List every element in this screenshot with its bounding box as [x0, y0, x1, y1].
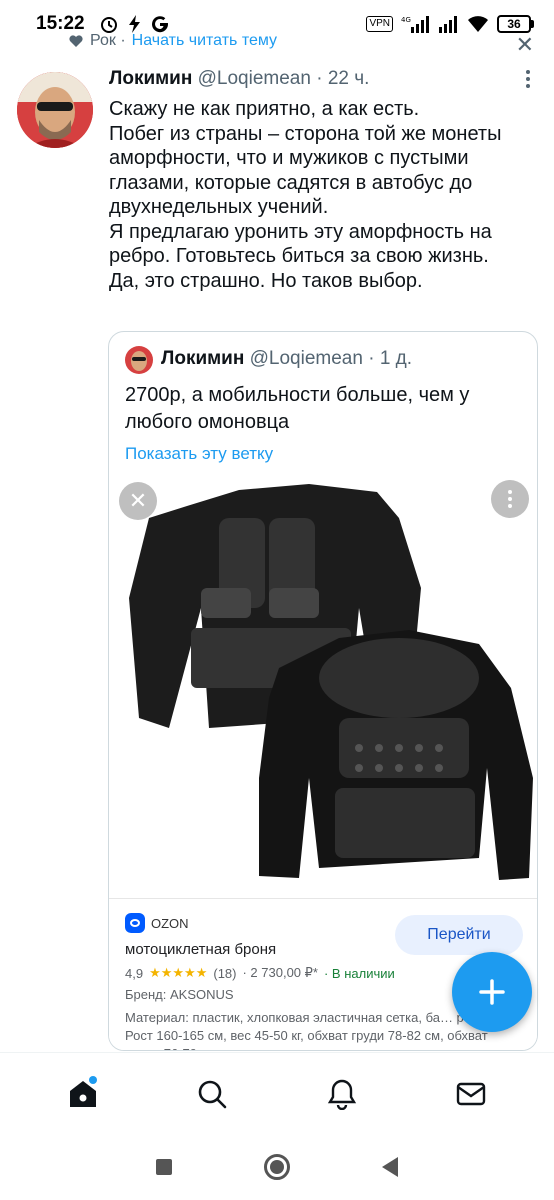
- nav-search[interactable]: [182, 1064, 242, 1124]
- product-image[interactable]: ✕: [109, 478, 537, 898]
- go-button[interactable]: Перейти: [395, 915, 523, 955]
- product-brand: Бренд: AKSONUS: [125, 987, 234, 1002]
- vpn-badge: VPN: [366, 16, 393, 32]
- quote-text: 2700р, а мобильности больше, чем у любог…: [125, 384, 470, 433]
- author-name[interactable]: Локимин: [109, 68, 192, 89]
- battery-level: 36: [497, 15, 531, 33]
- nav-home[interactable]: [53, 1064, 113, 1124]
- quoted-tweet-card[interactable]: Локимин @Loqiemean · 1 д. 2700р, а мобил…: [108, 331, 538, 1051]
- tweet-header: Локимин @Loqiemean · 22 ч.: [109, 68, 494, 90]
- tweet-time: · 22 ч.: [316, 68, 370, 89]
- tweet-line: Я предлагаю уронить эту аморфность на ре…: [109, 220, 492, 268]
- back-icon[interactable]: [382, 1157, 398, 1177]
- store-logo: OZON: [125, 913, 189, 933]
- search-icon: [198, 1080, 227, 1108]
- availability: · В наличии: [323, 965, 395, 981]
- start-reading-thread-link[interactable]: Начать читать тему: [132, 32, 277, 50]
- home-button-icon[interactable]: [264, 1154, 290, 1180]
- social-context-prefix: Рок ·: [90, 32, 126, 49]
- quote-header: Локимин @Loqiemean · 1 д.: [161, 348, 412, 370]
- product-meta: 4,9 ★★★★★ (18) · 2 730,00 ₽* · В наличии: [125, 965, 395, 981]
- svg-text:4G: 4G: [401, 16, 411, 24]
- messages-icon: [457, 1082, 486, 1105]
- avatar[interactable]: [17, 72, 93, 148]
- plus-icon: [479, 979, 505, 1005]
- new-content-dot: [88, 1075, 97, 1084]
- quote-time: · 1 д.: [368, 348, 413, 369]
- more-vertical-icon[interactable]: [526, 70, 530, 88]
- signal-icon: 4G: [401, 16, 429, 33]
- author-handle[interactable]: @Loqiemean: [198, 68, 311, 89]
- quote-author-handle: @Loqiemean: [249, 348, 363, 369]
- review-count: (18): [213, 965, 237, 981]
- product-rating: 4,9: [125, 965, 144, 981]
- nav-notifications[interactable]: [312, 1064, 372, 1124]
- heart-marker-icon: [69, 35, 83, 47]
- product-price: · 2 730,00 ₽*: [242, 965, 318, 980]
- close-icon[interactable]: ✕: [119, 482, 157, 520]
- battery-icon: 36: [497, 15, 534, 33]
- compose-button[interactable]: [452, 952, 532, 1032]
- nav-messages[interactable]: [441, 1064, 501, 1124]
- quote-avatar: [125, 346, 153, 374]
- show-thread-link[interactable]: Показать эту ветку: [125, 444, 273, 464]
- wifi-icon: [468, 16, 488, 32]
- tweet-text: Скажу не как приятно, а как есть. Побег …: [109, 97, 539, 293]
- bottom-nav: [0, 1052, 554, 1134]
- status-right-icons: VPN 4G 36: [366, 15, 534, 33]
- quote-author-name: Локимин: [161, 348, 245, 369]
- signal-icon-2: [439, 16, 457, 33]
- notifications-icon: [327, 1079, 356, 1110]
- more-vertical-icon[interactable]: [491, 480, 529, 518]
- product-title: мотоциклетная броня: [125, 941, 277, 958]
- ozon-logo-icon: [125, 913, 145, 933]
- armor-jacket-image: [109, 478, 537, 898]
- system-nav: [0, 1134, 554, 1200]
- close-icon[interactable]: ✕: [516, 32, 534, 58]
- tweet-line: Да, это страшно. Но таков выбор.: [109, 269, 423, 292]
- tweet-line: Побег из страны – сторона той же монеты …: [109, 122, 502, 219]
- social-context[interactable]: Рок · Начать читать тему: [68, 30, 277, 52]
- recent-apps-icon[interactable]: [156, 1159, 172, 1175]
- store-name: OZON: [151, 915, 189, 931]
- rating-stars: ★★★★★: [149, 965, 208, 980]
- tweet-line: Скажу не как приятно, а как есть.: [109, 98, 420, 120]
